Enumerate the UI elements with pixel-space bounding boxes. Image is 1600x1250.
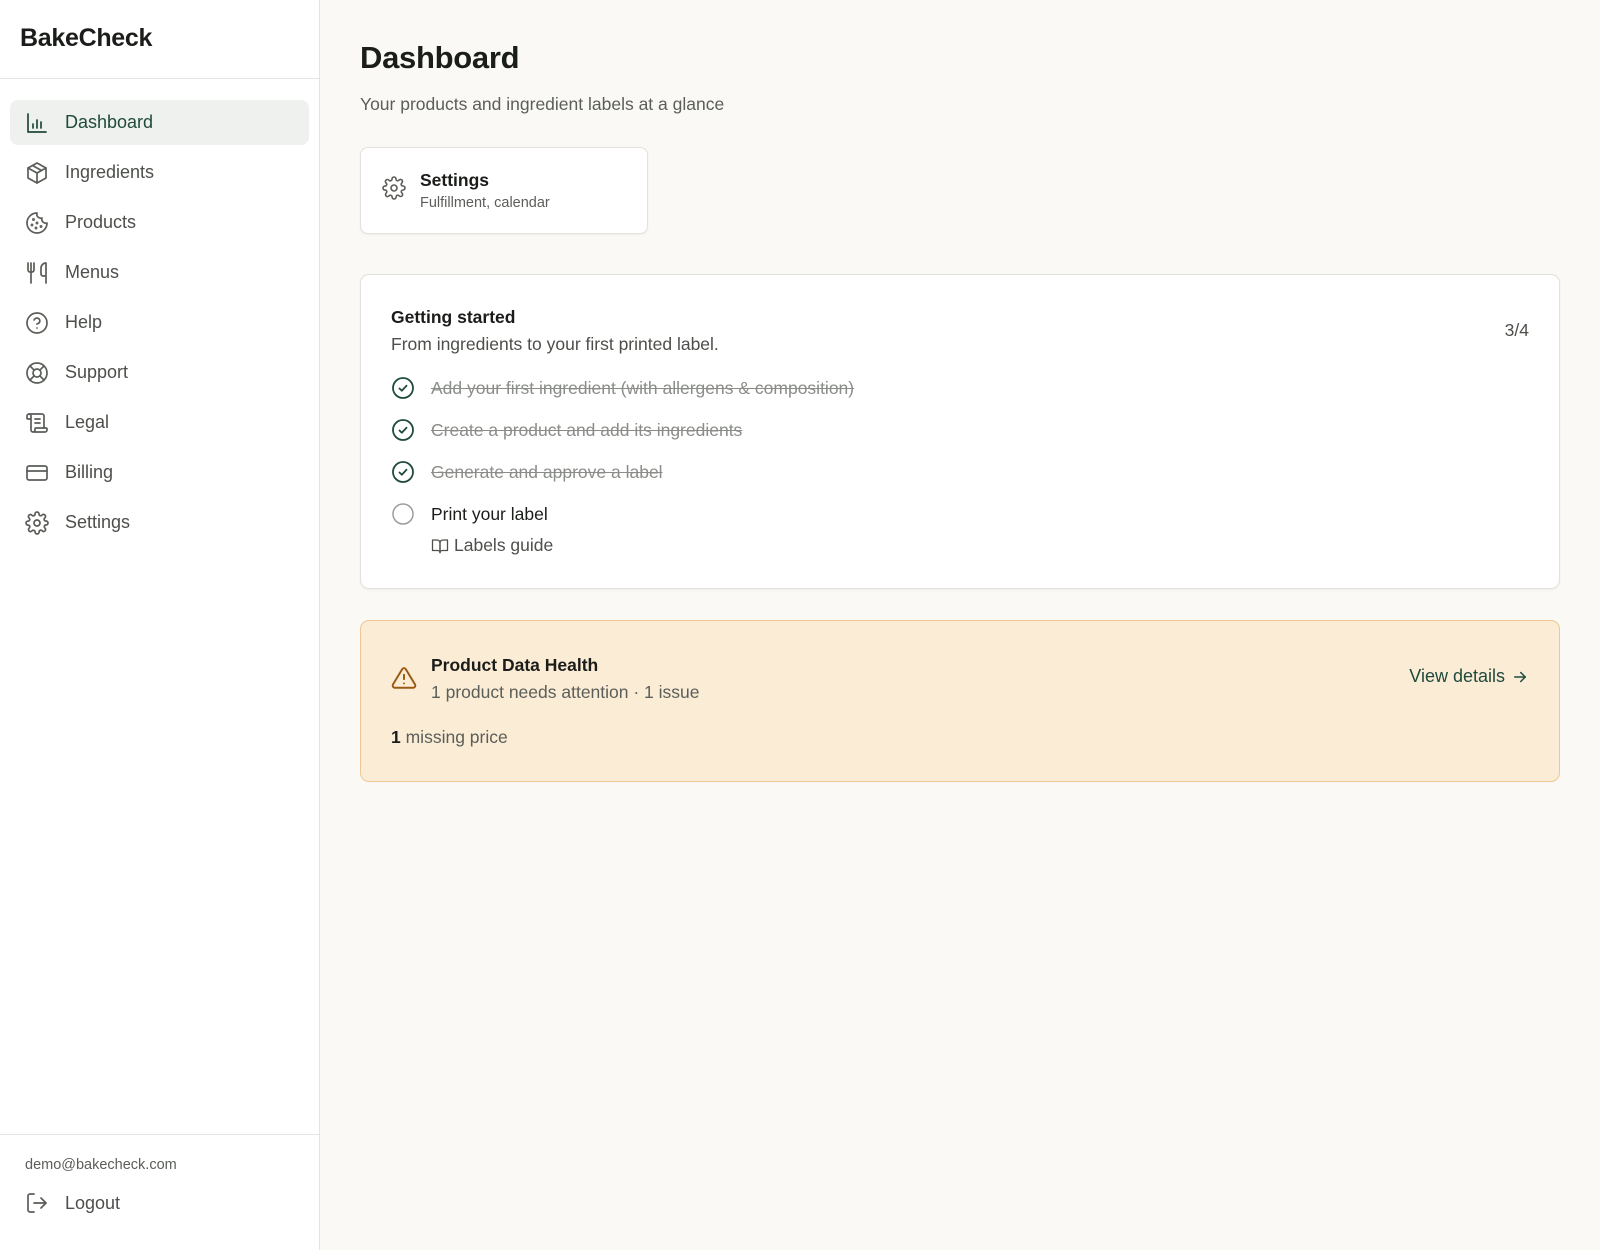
bar-chart-icon [25,111,49,135]
sidebar-item-settings[interactable]: Settings [10,500,309,545]
app-logo[interactable]: BakeCheck [0,0,319,79]
sidebar-item-label: Dashboard [65,112,154,132]
sidebar-item-label: Settings [65,512,131,532]
check-circle-icon [391,376,415,400]
sidebar-footer: demo@bakecheck.com Logout [0,1134,319,1250]
settings-card-text: Settings Fulfillment, calendar [420,170,550,211]
sidebar-item-label: Billing [65,462,114,482]
warning-triangle-icon [391,665,417,691]
getting-started-progress: 3/4 [1504,320,1529,340]
sidebar-item-label: Legal [65,412,110,432]
checklist-item-label: Create a product and add its ingredients [431,419,743,440]
settings-card-title: Settings [420,170,490,190]
getting-started-title: Getting started [391,307,516,327]
gear-icon [25,510,49,535]
sidebar-item-help[interactable]: Help [10,300,309,345]
sidebar-item-label: Menus [65,262,120,282]
product-data-health-card: Product Data Health 1 product needs atte… [360,620,1560,782]
main-content: Dashboard Your products and ingredient l… [360,40,1560,782]
labels-guide-link[interactable]: Labels guide [431,535,1529,556]
health-stat: 1 missing price [391,727,1529,748]
health-header: Product Data Health 1 product needs atte… [391,655,1529,703]
credit-card-icon [25,461,49,485]
checklist-item[interactable]: Add your first ingredient (with allergen… [391,367,1529,409]
logout-icon [25,1191,49,1215]
checklist-item[interactable]: Create a product and add its ingredients [391,409,1529,451]
settings-card-description: Fulfillment, calendar [420,195,550,211]
sidebar: BakeCheck Dashboard Ingredients Products… [0,0,320,1250]
checklist-item[interactable]: Generate and approve a label [391,451,1529,493]
sidebar-item-dashboard[interactable]: Dashboard [10,100,309,145]
cookie-icon [25,211,49,235]
sidebar-item-ingredients[interactable]: Ingredients [10,150,309,195]
checklist-item-label: Generate and approve a label [431,461,663,482]
view-details-link[interactable]: View details [1409,666,1529,687]
sidebar-item-label: Support [65,362,129,382]
getting-started-checklist: Add your first ingredient (with allergen… [391,367,1529,556]
scroll-icon [25,411,49,435]
health-summary: 1 product needs attention · 1 issue [431,682,700,702]
gear-icon [382,176,406,205]
book-open-icon [431,538,449,553]
checklist-item-label: Add your first ingredient (with allergen… [431,377,855,398]
sidebar-item-label: Help [65,312,103,332]
health-stat-count: 1 [391,727,401,747]
health-title: Product Data Health [431,655,599,675]
sidebar-item-menus[interactable]: Menus [10,250,309,295]
settings-shortcut-card[interactable]: Settings Fulfillment, calendar [360,147,648,234]
check-circle-icon [391,460,415,484]
sidebar-item-support[interactable]: Support [10,350,309,395]
page-title: Dashboard [360,40,520,75]
sidebar-item-products[interactable]: Products [10,200,309,245]
logout-label: Logout [65,1192,121,1213]
life-buoy-icon [25,361,49,385]
package-icon [25,161,49,185]
sidebar-item-legal[interactable]: Legal [10,400,309,445]
health-text: Product Data Health 1 product needs atte… [431,655,700,703]
checklist-item[interactable]: Print your label [391,493,1529,535]
sidebar-item-label: Products [65,212,137,232]
getting-started-subtitle: From ingredients to your first printed l… [391,334,719,354]
sidebar-item-billing[interactable]: Billing [10,450,309,495]
view-details-label: View details [1409,666,1505,686]
logout-button[interactable]: Logout [10,1185,309,1221]
check-circle-icon [391,418,415,442]
help-circle-icon [25,311,49,335]
checklist-item-label: Print your label [431,503,548,524]
labels-guide-label: Labels guide [454,535,554,555]
page-subtitle: Your products and ingredient labels at a… [360,94,725,114]
user-email: demo@bakecheck.com [25,1157,177,1173]
empty-circle-icon [391,502,415,526]
health-stat-label: missing price [405,727,508,747]
sidebar-nav: Dashboard Ingredients Products Menus Hel… [0,79,319,545]
sidebar-item-label: Ingredients [65,162,155,182]
arrow-right-icon [1514,671,1526,682]
getting-started-card: Getting started From ingredients to your… [360,274,1560,589]
utensils-icon [25,261,49,285]
